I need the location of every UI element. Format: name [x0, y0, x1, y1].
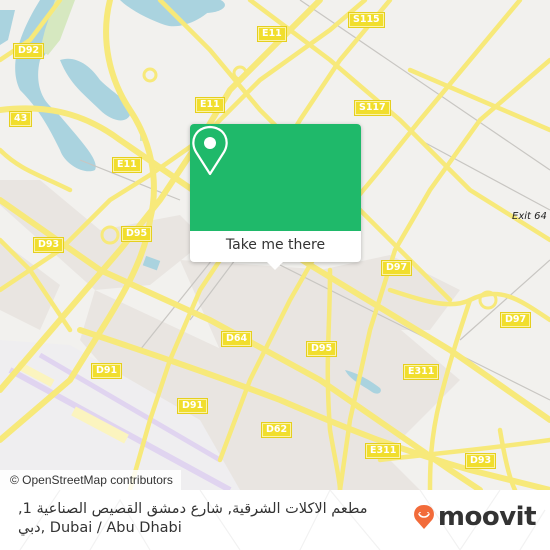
road-label-d97: D97	[380, 260, 413, 276]
road-label-e311: E311	[402, 364, 440, 380]
moovit-smile-pin-icon	[413, 505, 434, 529]
road-label-e11: E11	[257, 26, 287, 42]
road-label-d93: D93	[464, 453, 497, 469]
road-label-d64: D64	[220, 331, 253, 347]
road-label-43: 43	[8, 111, 33, 127]
road-label-d62: D62	[260, 422, 293, 438]
address-line-2: دبي, Dubai / Abu Dhabi	[18, 520, 182, 536]
address-line-1: مطعم الاكلات الشرقية, شارع دمشق القصيص ا…	[18, 501, 368, 517]
address: مطعم الاكلات الشرقية, شارع دمشق القصيص ا…	[18, 500, 418, 538]
map-view[interactable]: D92 43 E11 E11 E11 S115 S117 D93 D95 D97…	[0, 0, 550, 490]
road-label-d95: D95	[305, 341, 338, 357]
road-label-d97: D97	[499, 312, 532, 328]
road-label-s117: S117	[354, 100, 391, 116]
brand-name: moovit	[437, 502, 537, 532]
map-attribution[interactable]: © OpenStreetMap contributors	[0, 470, 181, 490]
road-label-e11: E11	[195, 97, 225, 113]
popup-header	[190, 124, 361, 231]
take-me-there-button[interactable]: Take me there	[190, 231, 361, 262]
road-label-e11: E11	[112, 157, 142, 173]
road-label-d93: D93	[32, 237, 65, 253]
exit-label: Exit 64	[512, 211, 547, 222]
road-label-e311: E311	[364, 443, 402, 459]
destination-popup: Take me there	[190, 124, 361, 270]
road-label-d92: D92	[12, 43, 45, 59]
popup-pointer	[266, 261, 284, 270]
road-label-d91: D91	[90, 363, 123, 379]
moovit-logo[interactable]: moovit	[413, 502, 537, 532]
road-label-d95: D95	[120, 226, 153, 242]
road-label-s115: S115	[348, 12, 385, 28]
road-label-d91: D91	[176, 398, 209, 414]
map-pin-icon	[192, 125, 228, 176]
footer: مطعم الاكلات الشرقية, شارع دمشق القصيص ا…	[0, 490, 550, 550]
